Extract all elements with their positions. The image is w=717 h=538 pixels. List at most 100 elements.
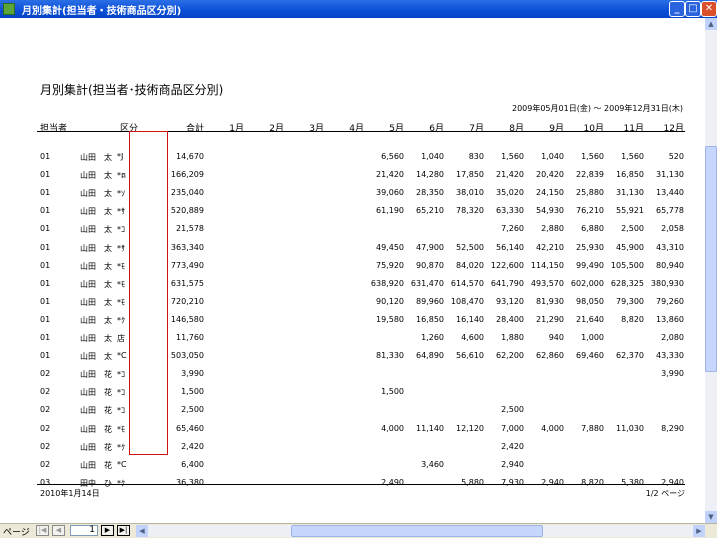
row-code: 02	[40, 387, 51, 396]
row-value: 79,260	[656, 297, 684, 306]
row-value: 16,850	[416, 315, 444, 324]
minimize-button[interactable]: _	[669, 1, 685, 17]
row-value: 11,030	[616, 424, 644, 433]
row-name: 山田 太	[80, 352, 112, 361]
row-value: 146,580	[170, 315, 204, 324]
row-name: 山田 花	[80, 406, 112, 415]
last-page-icon[interactable]: ▶|	[117, 525, 130, 536]
column-header: 合計	[185, 124, 204, 134]
row-category: *ﾓ	[117, 280, 125, 289]
row-value: 62,200	[496, 351, 524, 360]
row-value: 80,940	[656, 261, 684, 270]
row-value: 79,300	[616, 297, 644, 306]
horizontal-scroll-thumb[interactable]	[291, 525, 543, 537]
row-category: *C	[117, 460, 127, 469]
scroll-up-icon[interactable]: ▲	[705, 18, 717, 30]
row-value: 28,400	[496, 315, 524, 324]
row-name: 山田 太	[80, 225, 112, 234]
next-page-icon[interactable]: ▶	[101, 525, 114, 536]
row-category: *ﾓ	[117, 425, 125, 434]
row-code: 01	[40, 315, 51, 324]
row-value: 54,930	[536, 206, 564, 215]
row-category: *ﾓ	[117, 298, 125, 307]
row-value: 2,420	[501, 442, 524, 451]
row-value: 13,440	[656, 188, 684, 197]
row-value: 99,490	[576, 261, 604, 270]
row-value: 363,340	[170, 243, 204, 252]
maximize-button[interactable]: □	[685, 1, 701, 17]
scroll-left-icon[interactable]: ◀	[136, 525, 148, 537]
scroll-right-icon[interactable]: ▶	[693, 525, 705, 537]
row-value: 16,140	[456, 315, 484, 324]
close-button[interactable]: ✕	[701, 1, 717, 17]
prev-page-icon[interactable]: ◀	[52, 525, 65, 536]
window-title: 月別集計(担当者・技術商品区分別)	[22, 6, 182, 17]
row-code: 01	[40, 170, 51, 179]
column-header: 10月	[583, 124, 604, 134]
row-value: 90,870	[416, 261, 444, 270]
row-code: 02	[40, 442, 51, 451]
row-value: 65,210	[416, 206, 444, 215]
selection-box	[129, 131, 168, 455]
row-value: 8,290	[661, 424, 684, 433]
row-value: 4,600	[461, 333, 484, 342]
row-name: 山田 太	[80, 280, 112, 289]
row-value: 720,210	[170, 297, 204, 306]
row-value: 14,670	[176, 152, 204, 161]
report-title: 月別集計(担当者･技術商品区分別)	[40, 83, 224, 97]
row-value: 6,400	[181, 460, 204, 469]
row-value: 25,930	[576, 243, 604, 252]
row-value: 235,040	[170, 188, 204, 197]
row-category: *ｻ	[117, 244, 125, 253]
row-value: 78,320	[456, 206, 484, 215]
row-name: 山田 花	[80, 388, 112, 397]
row-name: 山田 太	[80, 171, 112, 180]
row-code: 01	[40, 243, 51, 252]
row-value: 108,470	[450, 297, 484, 306]
vertical-scrollbar[interactable]: ▲ ▼	[705, 18, 717, 523]
row-value: 81,330	[376, 351, 404, 360]
row-value: 2,500	[181, 405, 204, 414]
row-value: 45,900	[616, 243, 644, 252]
row-value: 89,960	[416, 297, 444, 306]
row-name: 山田 太	[80, 244, 112, 253]
first-page-icon[interactable]: |◀	[36, 525, 49, 536]
row-category: *គ	[117, 171, 127, 180]
row-value: 43,310	[656, 243, 684, 252]
row-value: 1,560	[621, 152, 644, 161]
row-value: 940	[548, 333, 564, 342]
horizontal-scrollbar[interactable]: ◀ ▶	[136, 525, 705, 537]
column-header: 9月	[549, 124, 564, 134]
row-code: 01	[40, 261, 51, 270]
column-header: 2月	[269, 124, 284, 134]
row-value: 49,450	[376, 243, 404, 252]
row-value: 93,120	[496, 297, 524, 306]
row-value: 2,940	[501, 460, 524, 469]
row-value: 3,460	[421, 460, 444, 469]
row-code: 01	[40, 206, 51, 215]
row-value: 69,460	[576, 351, 604, 360]
row-value: 61,190	[376, 206, 404, 215]
row-category: *ﾓ	[117, 262, 125, 271]
scroll-down-icon[interactable]: ▼	[705, 511, 717, 523]
row-value: 114,150	[530, 261, 564, 270]
row-value: 62,860	[536, 351, 564, 360]
row-name: 山田 太	[80, 262, 112, 271]
row-category: *ｸ	[117, 316, 125, 325]
row-value: 7,260	[501, 224, 524, 233]
row-value: 602,000	[570, 279, 604, 288]
row-value: 2,080	[661, 333, 684, 342]
row-value: 638,920	[370, 279, 404, 288]
row-value: 1,880	[501, 333, 524, 342]
row-value: 8,820	[581, 478, 604, 487]
row-value: 2,940	[541, 478, 564, 487]
row-name: 山田 太	[80, 189, 112, 198]
page-number-input[interactable]: 1	[70, 525, 98, 536]
row-value: 76,210	[576, 206, 604, 215]
row-category: *ｺ	[117, 225, 125, 234]
vertical-scroll-thumb[interactable]	[705, 146, 717, 372]
row-value: 2,500	[621, 224, 644, 233]
row-value: 65,460	[176, 424, 204, 433]
column-header: 3月	[309, 124, 324, 134]
row-value: 52,500	[456, 243, 484, 252]
